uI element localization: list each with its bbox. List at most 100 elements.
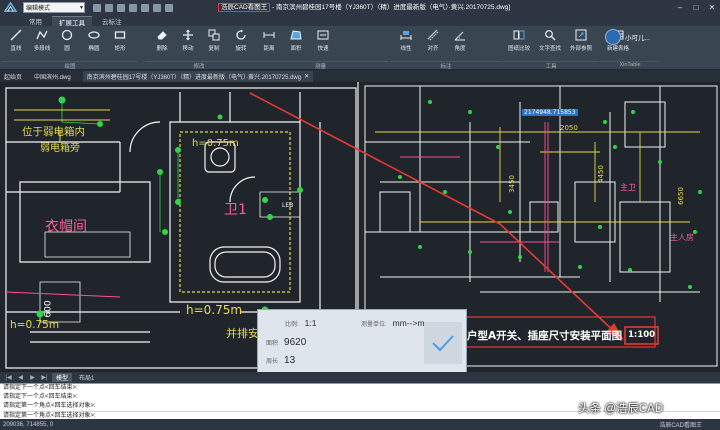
ellipse-icon (88, 31, 100, 39)
tool-label: 线性 (400, 46, 412, 52)
distance-tool-button[interactable]: 距离 (255, 29, 283, 59)
label-dim-3450: 3450 (507, 175, 516, 193)
title-bar: 编辑模式 ▼ 浩辰CAD看图王 - 南京滨州碧桂园17号楼（YJ360T）（精）… (0, 0, 720, 15)
distance-icon (263, 32, 275, 38)
scale-label: 比例: (285, 322, 299, 328)
label-height-1: h=0.75m (192, 138, 239, 149)
doc-tab-label: 起始页 (4, 74, 23, 81)
label-leb: LEB (282, 202, 294, 209)
undo-icon[interactable] (141, 3, 149, 12)
copy-tool-button[interactable]: 复制 (200, 29, 228, 59)
drawing-canvas[interactable]: 位于弱电箱内 弱电箱旁 衣帽间 卫1 h=0.75m h=0.75m h=0.7… (0, 82, 720, 372)
rotate-tool-button[interactable]: 旋转 (227, 29, 255, 59)
cad-viewer-window: 编辑模式 ▼ 浩辰CAD看图王 - 南京滨州碧桂园17号楼（YJ360T）（精）… (0, 0, 720, 430)
line-tool-button[interactable]: 直线 (2, 29, 30, 59)
polyline-tool-button[interactable]: 多段线 (28, 29, 56, 59)
linear-dimension-button[interactable]: 线性 (392, 29, 420, 59)
tab-layout1[interactable]: 布局1 (75, 373, 98, 382)
close-tab-icon[interactable]: ✕ (304, 73, 309, 80)
polyline-icon (36, 30, 48, 40)
area-tool-button[interactable]: 面积 (282, 29, 310, 59)
user-account[interactable]: 小可儿... (605, 27, 717, 47)
area-row: 面积 9620 (266, 337, 306, 348)
minimize-icon[interactable]: – (672, 0, 688, 15)
redo-icon[interactable] (153, 3, 161, 12)
status-app-name: 浩辰CAD看图王 (659, 423, 702, 429)
group-label-xintable: XinTable (600, 61, 660, 69)
customize-icon[interactable] (165, 3, 173, 12)
document-tab-bar: 起始页 中国滨州.dwg 南京滨州碧桂园17号楼（YJ360T）（精）进度最新版… (0, 70, 720, 82)
area-label: 面积 (266, 341, 279, 347)
aligned-dim-icon (427, 29, 439, 41)
doc-tab-label: 中国滨州.dwg (34, 74, 71, 81)
last-layout-icon[interactable]: ▶| (40, 373, 49, 382)
tool-label: 快速 (317, 46, 329, 52)
tab-cloud-annotation[interactable]: 云标注 (95, 16, 129, 26)
doc-tab-china-binzhou[interactable]: 中国滨州.dwg (34, 72, 71, 81)
quick-measure-button[interactable]: 快速 (309, 29, 337, 59)
text-find-button[interactable]: 文字查找 (536, 29, 564, 59)
prev-layout-icon[interactable]: ◀ (16, 373, 25, 382)
chevron-down-icon: ▼ (79, 4, 84, 11)
print-icon[interactable] (129, 3, 137, 12)
ribbon-toolbar: 直线 多段线 圆 椭圆 矩形 删除 移动 复制 旋转 距离 面积 快速 线性 对… (0, 26, 720, 70)
ellipse-tool-button[interactable]: 椭圆 (80, 29, 108, 59)
tool-label: 图纸比较 (507, 46, 530, 52)
copy-icon (208, 29, 220, 41)
tab-extended-tools[interactable]: 扩展工具 (52, 16, 92, 27)
circle-tool-button[interactable]: 圆 (53, 29, 81, 59)
group-label-measure: 测量 (253, 61, 388, 70)
tool-label: 距离 (263, 46, 275, 52)
tool-label: 复制 (208, 46, 220, 52)
group-label-modify: 修改 (145, 61, 253, 70)
doc-tab-start[interactable]: 起始页 (4, 72, 22, 81)
rectangle-tool-button[interactable]: 矩形 (106, 29, 134, 59)
tool-label: 外部参照 (569, 46, 592, 52)
erase-tool-button[interactable]: 删除 (148, 29, 176, 59)
drawing-compare-button[interactable]: 图纸比较 (505, 29, 533, 59)
group-label-tools: 工具 (503, 61, 599, 70)
angle-dimension-button[interactable]: 角度 (446, 29, 474, 59)
perimeter-label: 周长 (266, 359, 279, 365)
move-tool-button[interactable]: 移动 (174, 29, 202, 59)
label-height-3: h=0.75m (10, 319, 60, 331)
tab-model[interactable]: 模型 (52, 373, 73, 382)
command-history-line: 请指定下一个点<回车结束>: (3, 385, 78, 391)
measure-result-panel: 比例: 1:1 测量单位: mm-->m 面积 9620 周长 13 (257, 309, 467, 372)
area-icon (290, 30, 302, 40)
close-icon[interactable]: ✕ (704, 0, 720, 15)
unit-label: 测量单位: (361, 322, 387, 328)
perimeter-value: 13 (284, 355, 296, 366)
line-icon (10, 29, 22, 41)
mode-select[interactable]: 编辑模式 ▼ (23, 2, 85, 13)
confirm-button[interactable] (424, 322, 462, 364)
label-height-2: h=0.75m (186, 303, 243, 317)
tab-common[interactable]: 常用 (22, 16, 49, 26)
quick-access-toolbar (93, 3, 173, 12)
tool-label: 旋转 (235, 46, 247, 52)
open-file-icon[interactable] (105, 3, 113, 12)
drawing-title: 户型A开关、插座尺寸安装平面图 (467, 330, 623, 342)
move-icon (183, 29, 193, 41)
maximize-icon[interactable]: □ (688, 0, 704, 15)
drawing-scale: 1:100 (628, 330, 656, 340)
unit-value[interactable]: mm-->m (393, 318, 425, 328)
angle-dim-icon (454, 31, 465, 41)
tool-label: 对齐 (427, 46, 439, 52)
doc-tab-current-drawing[interactable]: 南京滨州碧桂园17号楼（YJ360T）（精）进度最新版（电气）·黄兴.20170… (82, 70, 314, 82)
first-layout-icon[interactable]: |◀ (4, 373, 13, 382)
status-bar: 209036, 714855, 0 浩辰CAD看图王 (0, 419, 720, 430)
aligned-dimension-button[interactable]: 对齐 (419, 29, 447, 59)
area-value: 9620 (284, 337, 307, 348)
linear-dim-icon (400, 31, 412, 40)
label-cloakroom: 衣帽间 (45, 219, 87, 235)
next-layout-icon[interactable]: ▶ (28, 373, 37, 382)
label-weak-box: 位于弱电箱内 (22, 126, 85, 138)
checkmark-icon (432, 335, 454, 352)
group-label-dimension: 标注 (390, 61, 502, 70)
circle-icon (61, 29, 73, 41)
save-icon[interactable] (117, 3, 125, 12)
external-reference-button[interactable]: 外部参照 (567, 29, 595, 59)
label-dim-6650: 6650 (676, 187, 685, 205)
new-file-icon[interactable] (93, 3, 101, 12)
